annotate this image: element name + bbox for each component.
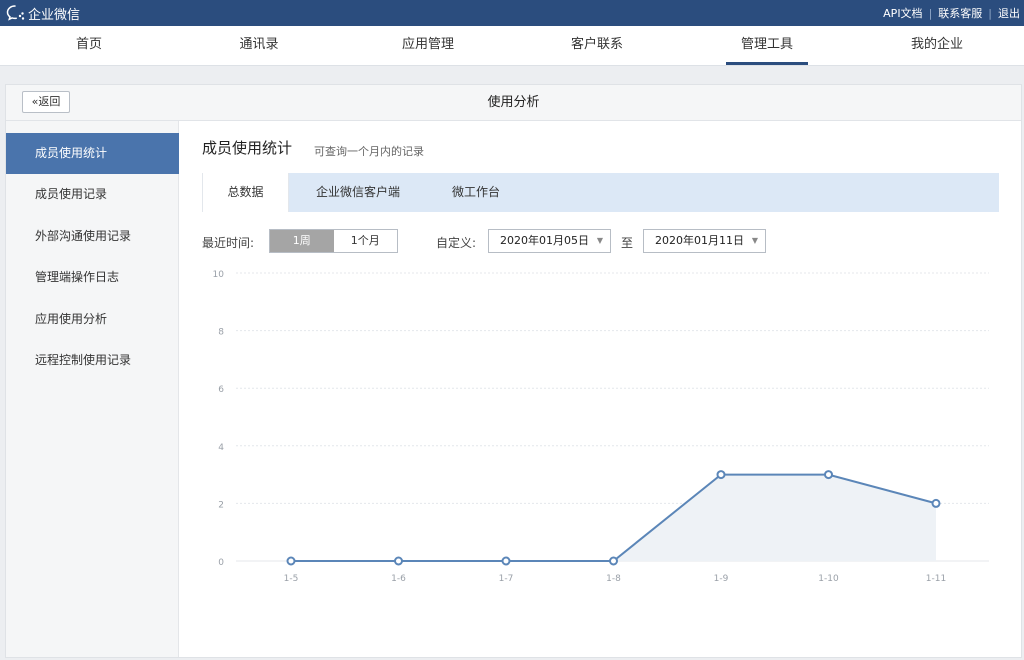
sidebar-item-remote-control-records[interactable]: 远程控制使用记录 xyxy=(6,340,179,381)
x-tick-label: 1-9 xyxy=(714,574,729,584)
back-label: 返回 xyxy=(38,95,61,108)
data-point-1-9 xyxy=(716,470,726,480)
x-tick-label: 1-10 xyxy=(818,574,839,584)
main-nav: 首页 通讯录 应用管理 客户联系 管理工具 我的企业 xyxy=(0,26,1024,66)
nav-label: 首页 xyxy=(75,37,102,52)
y-tick-label: 8 xyxy=(218,328,224,338)
nav-label: 我的企业 xyxy=(910,37,963,52)
nav-label: 客户联系 xyxy=(570,37,623,52)
brand-name: 企业微信 xyxy=(28,7,81,23)
usage-line-chart: 0 2 4 6 8 10 1-5 1-6 1-7 1-8 1-9 1-10 1-11 xyxy=(213,270,989,584)
sidebar-item-external-comm-records[interactable]: 外部沟通使用记录 xyxy=(6,216,179,257)
nav-management-tools[interactable]: 管理工具 xyxy=(682,26,852,66)
sidebar-item-admin-operation-log[interactable]: 管理端操作日志 xyxy=(6,257,179,298)
wecom-logo-icon xyxy=(6,5,25,21)
x-tick-label: 1-7 xyxy=(499,574,514,584)
data-point-1-10 xyxy=(824,470,833,480)
data-point-1-5 xyxy=(286,556,296,566)
nav-contacts[interactable]: 通讯录 xyxy=(174,26,344,66)
y-tick-label: 4 xyxy=(218,443,224,453)
contact-support-link[interactable]: 联系客服 xyxy=(938,5,982,21)
x-tick-label: 1-5 xyxy=(284,574,299,584)
series-area xyxy=(291,474,936,561)
top-links: API文档 | 联系客服 | 退出 xyxy=(883,5,1020,21)
page-title: 使用分析 xyxy=(487,95,540,110)
y-tick-label: 10 xyxy=(213,270,225,280)
x-tick-label: 1-6 xyxy=(391,574,406,584)
x-tick-label: 1-11 xyxy=(926,574,946,584)
nav-home[interactable]: 首页 xyxy=(4,26,174,66)
brand-logo[interactable]: 企业微信 xyxy=(6,4,81,23)
y-tick-label: 0 xyxy=(218,558,224,568)
sidebar-item-member-usage-stats[interactable]: 成员使用统计 xyxy=(6,133,179,174)
logout-link[interactable]: 退出 xyxy=(998,5,1020,21)
main-content: 成员使用统计 可查询一个月内的记录 总数据 企业微信客户端 微工作台 最近时间:… xyxy=(179,121,1021,657)
y-tick-label: 2 xyxy=(218,500,224,510)
divider: | xyxy=(988,6,992,20)
nav-customer-contact[interactable]: 客户联系 xyxy=(512,26,682,66)
top-bar: 企业微信 API文档 | 联系客服 | 退出 xyxy=(0,0,1024,26)
nav-my-enterprise[interactable]: 我的企业 xyxy=(852,26,1022,66)
data-point-1-11 xyxy=(931,498,941,508)
y-tick-label: 6 xyxy=(218,385,224,395)
nav-label: 通讯录 xyxy=(239,37,279,52)
sidebar-item-app-usage-analysis[interactable]: 应用使用分析 xyxy=(6,299,179,340)
data-point-1-6 xyxy=(394,556,403,566)
data-point-1-8 xyxy=(609,556,618,566)
back-button[interactable]: «返回 xyxy=(22,91,70,113)
usage-analysis-panel: «返回 使用分析 成员使用统计 成员使用记录 外部沟通使用记录 管理端操作日志 … xyxy=(5,84,1022,658)
panel-header: «返回 使用分析 xyxy=(6,85,1021,121)
nav-label: 应用管理 xyxy=(401,37,454,52)
active-nav-indicator xyxy=(726,62,808,65)
sidebar: 成员使用统计 成员使用记录 外部沟通使用记录 管理端操作日志 应用使用分析 远程… xyxy=(6,121,179,657)
data-point-1-7 xyxy=(501,556,511,566)
divider: | xyxy=(928,6,933,20)
x-tick-label: 1-8 xyxy=(606,574,621,584)
nav-label: 管理工具 xyxy=(740,37,793,52)
sidebar-item-member-usage-records[interactable]: 成员使用记录 xyxy=(6,174,179,215)
api-docs-link[interactable]: API文档 xyxy=(883,5,922,21)
nav-app-management[interactable]: 应用管理 xyxy=(343,26,513,66)
